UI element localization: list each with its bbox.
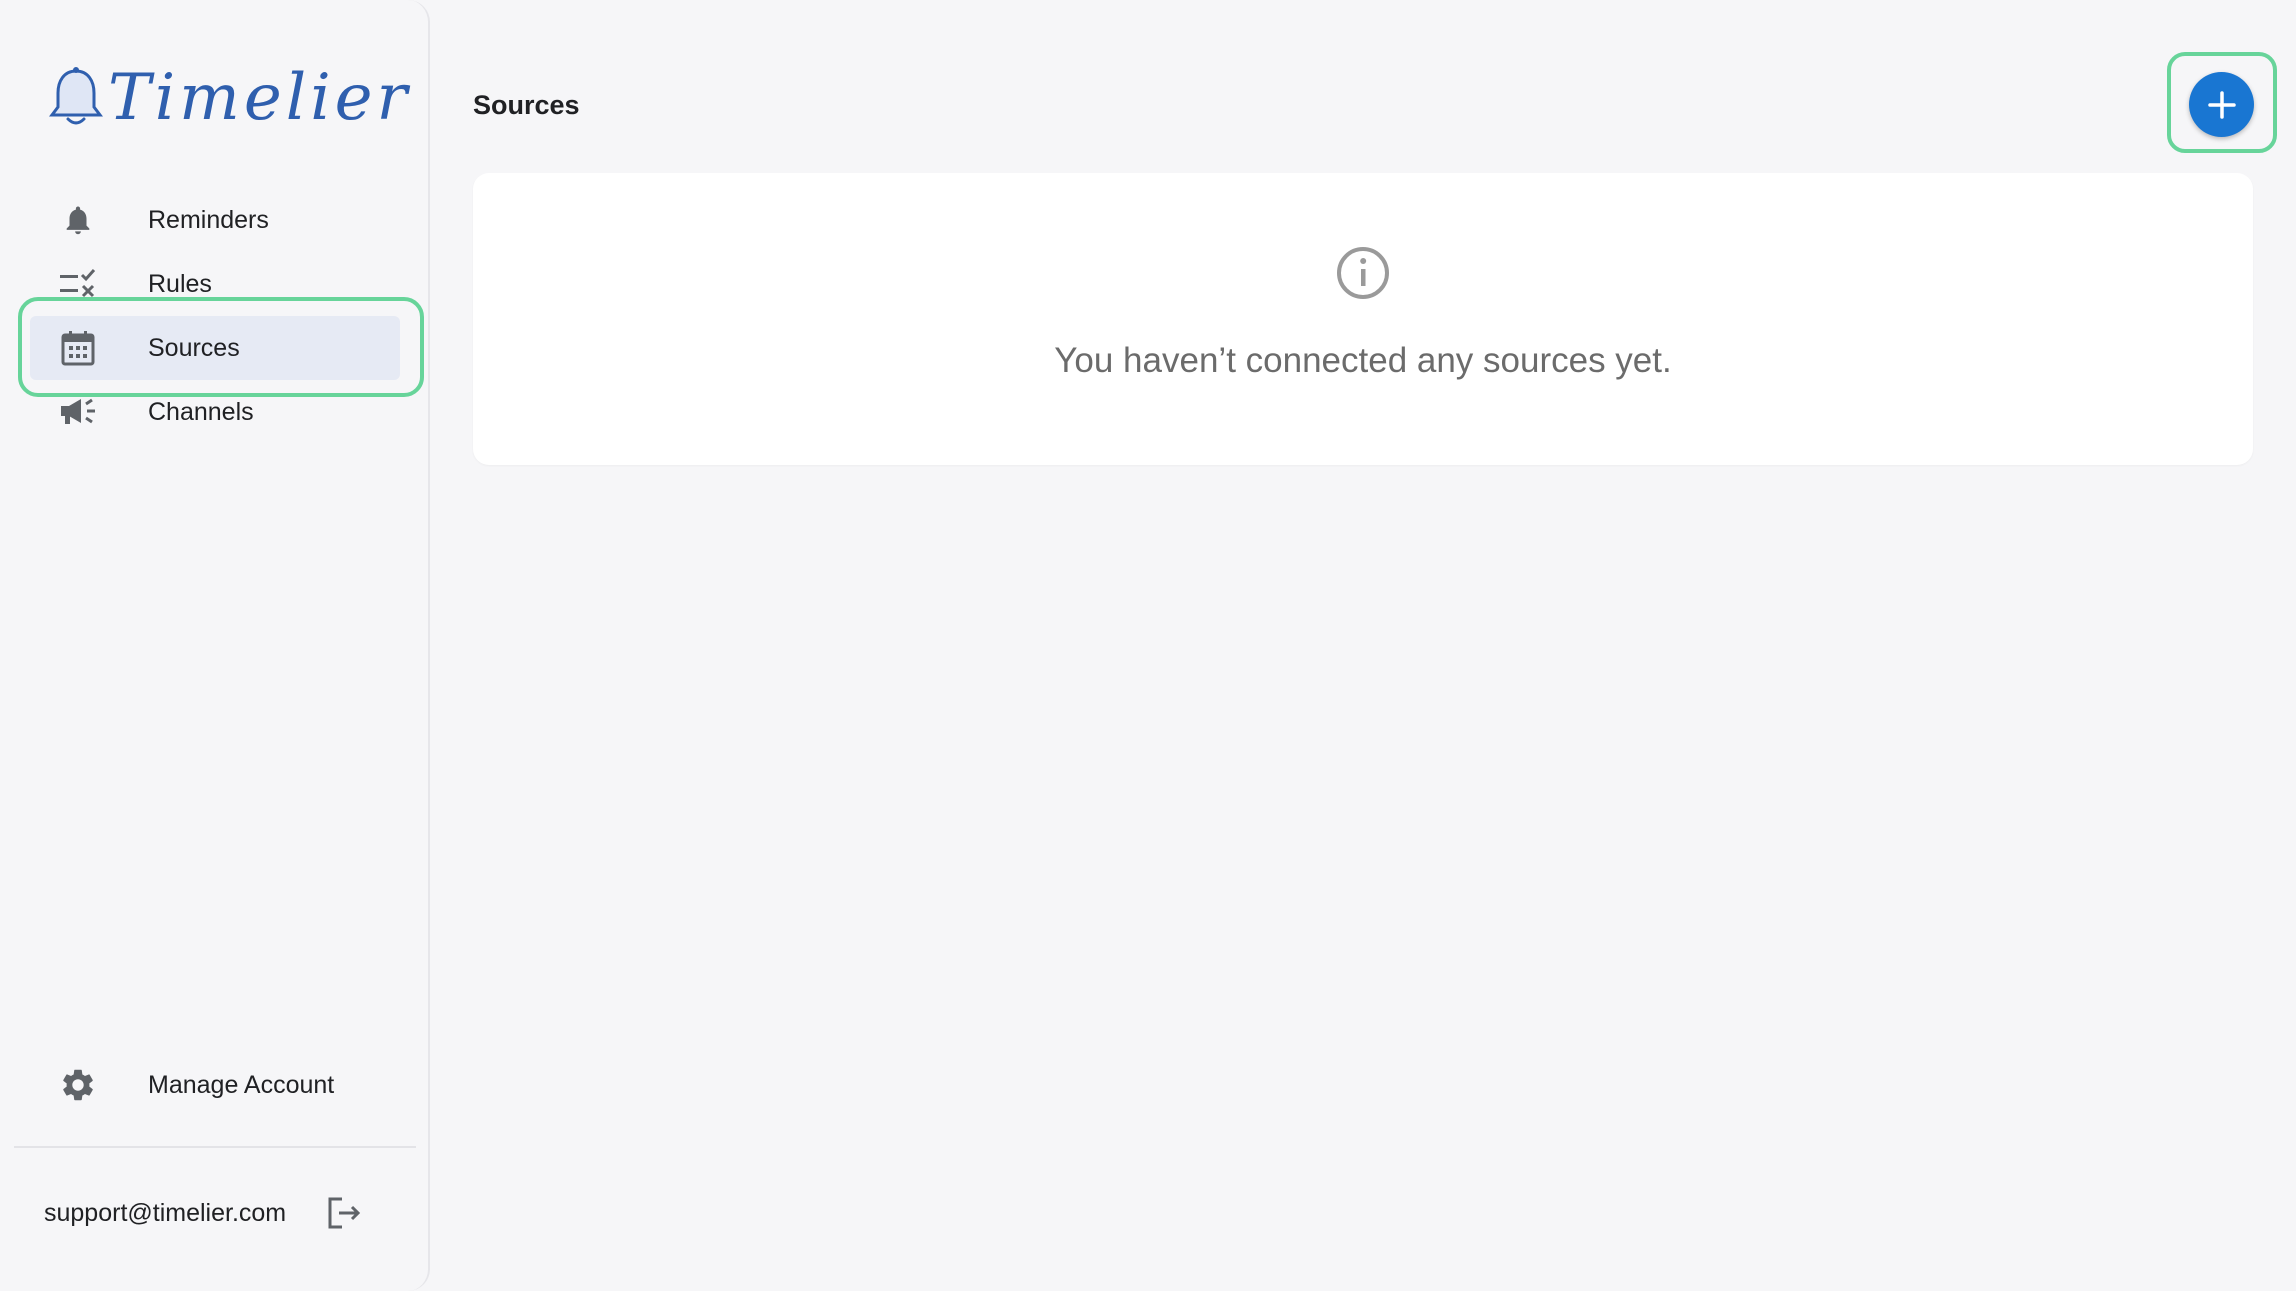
calendar-icon [58,328,98,368]
sidebar: Timelier Reminders Rules Sources Channel… [0,0,430,1291]
logo-bell-icon [49,67,103,125]
bell-icon [58,200,98,240]
sidebar-item-label: Reminders [148,205,269,234]
sidebar-item-label: Channels [148,397,254,426]
gear-icon [58,1065,98,1105]
empty-state-message: You haven’t connected any sources yet. [1054,341,1672,380]
logo-text: Timelier [108,61,412,135]
app-root: Timelier Reminders Rules Sources Channel… [0,0,2296,1291]
sidebar-item-rules[interactable]: Rules [30,252,400,316]
rules-icon [58,264,98,304]
empty-state-card: You haven’t connected any sources yet. [473,173,2253,465]
sidebar-item-channels[interactable]: Channels [30,380,400,444]
logo: Timelier [46,62,411,134]
page-title: Sources [473,90,580,120]
plus-icon [2207,90,2236,119]
sidebar-item-label: Sources [148,333,240,362]
add-source-button[interactable] [2189,72,2254,137]
logout-icon[interactable] [324,1193,364,1233]
sidebar-nav: Reminders Rules Sources Channels [0,188,430,444]
info-icon [1337,247,1389,299]
sidebar-footer: support@timelier.com [44,1190,384,1236]
sidebar-item-sources[interactable]: Sources [30,316,400,380]
manage-account-button[interactable]: Manage Account [30,1053,400,1117]
manage-account-label: Manage Account [148,1070,335,1099]
sidebar-divider [14,1146,416,1148]
megaphone-icon [58,392,98,432]
sidebar-item-label: Rules [148,269,212,298]
sidebar-item-reminders[interactable]: Reminders [30,188,400,252]
account-email: support@timelier.com [44,1198,287,1227]
